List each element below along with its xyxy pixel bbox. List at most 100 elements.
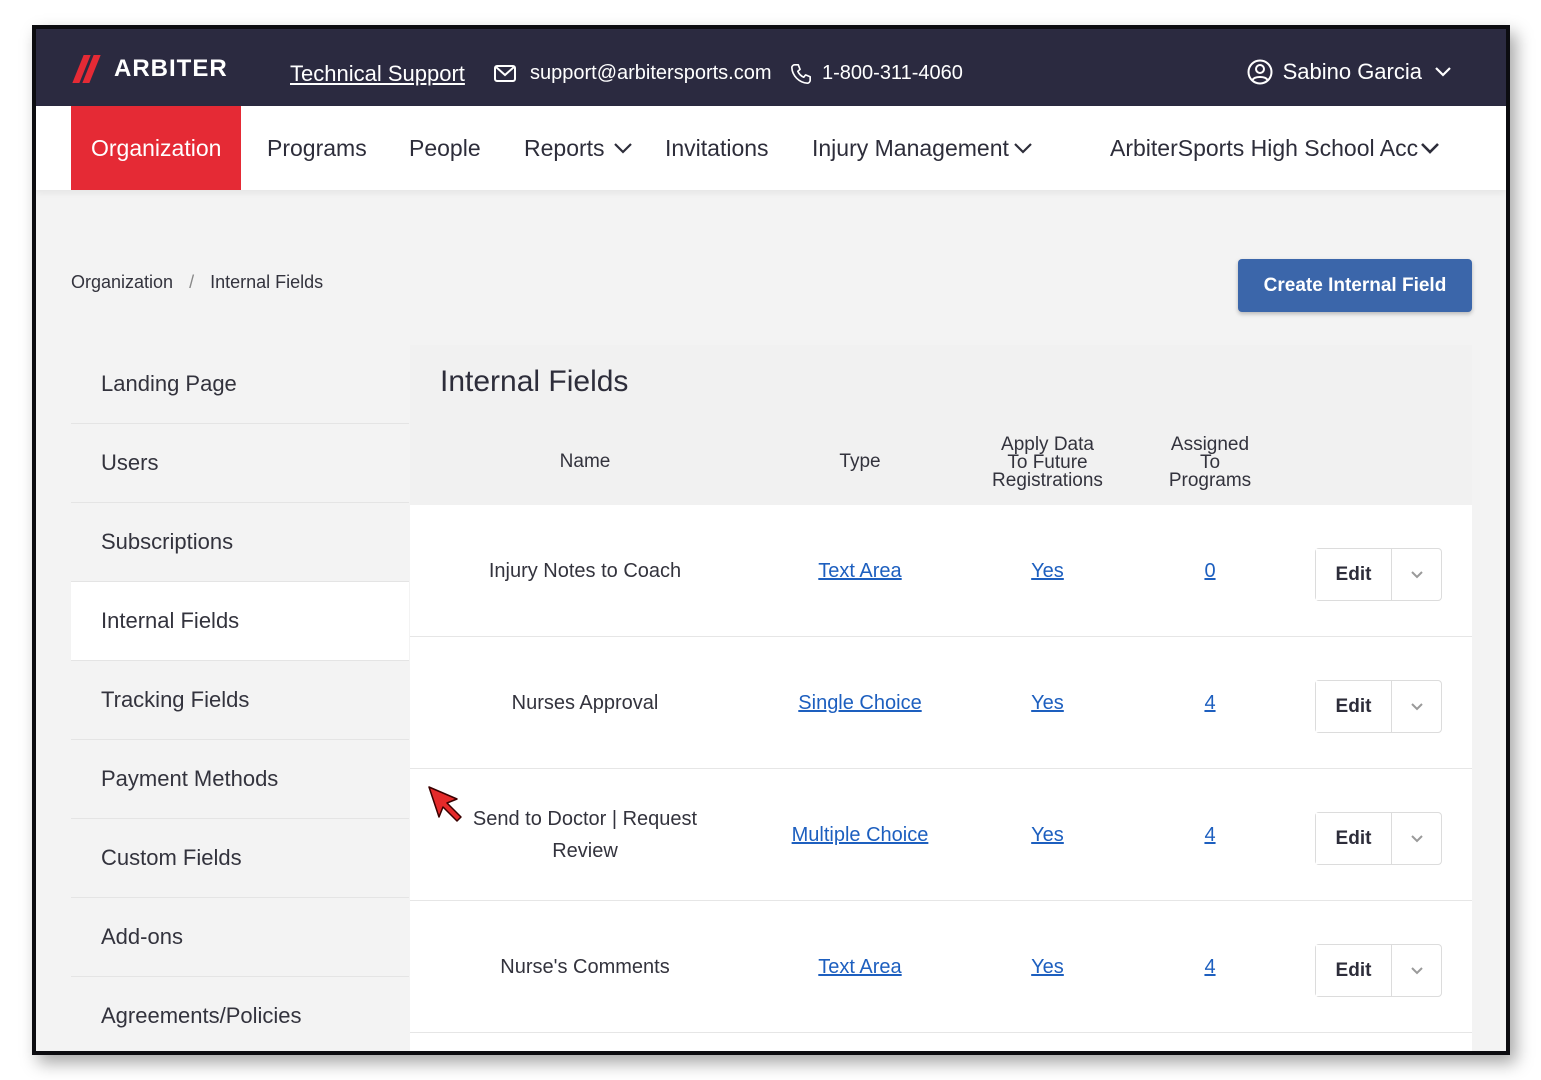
nav-label: Programs <box>267 134 367 161</box>
edit-button[interactable]: Edit <box>1316 681 1392 732</box>
field-name: Nurse's Comments <box>500 956 670 978</box>
chevron-down-icon <box>1410 571 1423 579</box>
sidebar-item-custom-fields[interactable]: Custom Fields <box>71 819 409 898</box>
create-internal-field-button[interactable]: Create Internal Field <box>1238 259 1472 312</box>
nav-account-selector[interactable]: ArbiterSports High School Acc <box>1110 106 1440 190</box>
nav-label: Injury Management <box>812 134 1009 161</box>
column-header-type: Type <box>839 451 881 472</box>
chevron-down-icon <box>1435 67 1451 77</box>
technical-support-link[interactable]: Technical Support <box>290 61 465 87</box>
chevron-down-icon <box>1014 143 1032 154</box>
main-nav: Organization Programs People Reports Inv… <box>36 106 1506 190</box>
page-title: Internal Fields <box>440 365 629 398</box>
support-email[interactable]: support@arbitersports.com <box>530 62 772 85</box>
apply-data-link[interactable]: Yes <box>1031 819 1064 851</box>
field-name: Injury Notes to Coach <box>488 560 682 582</box>
app-window: ARBITER Technical Support support@arbite… <box>32 25 1510 1055</box>
mail-icon <box>494 65 516 82</box>
nav-organization[interactable]: Organization <box>71 106 242 190</box>
nav-people[interactable]: People <box>409 106 481 190</box>
arbiter-logo[interactable]: ARBITER <box>72 53 228 85</box>
edit-button[interactable]: Edit <box>1316 813 1392 864</box>
assigned-programs-link[interactable]: 4 <box>1204 951 1215 983</box>
edit-split-button: Edit <box>1315 548 1442 601</box>
table-row: Nurse's Comments Text Area Yes 4 Edit <box>410 901 1472 1033</box>
sidebar-item-add-ons[interactable]: Add-ons <box>71 898 409 977</box>
nav-invitations[interactable]: Invitations <box>665 106 769 190</box>
field-type-link[interactable]: Text Area <box>818 951 901 983</box>
support-phone[interactable]: 1-800-311-4060 <box>822 62 963 85</box>
user-menu[interactable]: Sabino Garcia <box>1247 59 1462 85</box>
top-bar: ARBITER Technical Support support@arbite… <box>36 29 1506 106</box>
sidebar-item-agreements-policies[interactable]: Agreements/Policies <box>71 977 409 1051</box>
edit-split-button: Edit <box>1315 944 1442 997</box>
edit-split-button: Edit <box>1315 680 1442 733</box>
sidebar: Landing Page Users Subscriptions Interna… <box>71 345 409 1051</box>
field-assigned: 4 <box>1170 637 1250 769</box>
logo-text: ARBITER <box>114 55 228 82</box>
field-type-link[interactable]: Text Area <box>818 555 901 587</box>
chevron-down-icon <box>1410 835 1423 843</box>
user-name: Sabino Garcia <box>1282 59 1422 84</box>
apply-data-link[interactable]: Yes <box>1031 951 1064 983</box>
nav-label: Reports <box>524 134 605 161</box>
field-type: Text Area <box>755 901 965 1033</box>
field-assigned: 0 <box>1170 505 1250 637</box>
sidebar-item-users[interactable]: Users <box>71 424 409 503</box>
field-type: Multiple Choice <box>755 769 965 901</box>
nav-label: ArbiterSports High School Acc <box>1110 134 1419 161</box>
breadcrumb-separator: / <box>189 272 195 292</box>
internal-fields-panel: Internal Fields Name Type Apply Data To … <box>410 345 1472 1051</box>
field-type-link[interactable]: Multiple Choice <box>792 819 929 851</box>
edit-dropdown-toggle[interactable] <box>1392 945 1441 996</box>
breadcrumb: Organization / Internal Fields <box>71 272 323 293</box>
assigned-programs-link[interactable]: 4 <box>1204 819 1215 851</box>
nav-label: Organization <box>91 134 222 161</box>
apply-data-link[interactable]: Yes <box>1031 555 1064 587</box>
edit-button[interactable]: Edit <box>1316 945 1392 996</box>
edit-button[interactable]: Edit <box>1316 549 1392 600</box>
table-header: Internal Fields Name Type Apply Data To … <box>410 345 1472 505</box>
edit-dropdown-toggle[interactable] <box>1392 549 1441 600</box>
sidebar-item-subscriptions[interactable]: Subscriptions <box>71 503 409 582</box>
assigned-programs-link[interactable]: 0 <box>1204 555 1215 587</box>
nav-injury-management[interactable]: Injury Management <box>812 106 1033 190</box>
field-apply: Yes <box>990 769 1105 901</box>
table-row: Injury Notes to Coach Text Area Yes 0 Ed… <box>410 505 1472 637</box>
breadcrumb-parent[interactable]: Organization <box>71 272 173 293</box>
field-assigned: 4 <box>1170 769 1250 901</box>
field-apply: Yes <box>990 901 1105 1033</box>
nav-label: Invitations <box>665 134 769 161</box>
header-line: Registrations <box>992 470 1103 491</box>
table-row: Nurses Approval Single Choice Yes 4 Edit <box>410 637 1472 769</box>
assigned-programs-link[interactable]: 4 <box>1204 687 1215 719</box>
column-header-assigned-programs: Assigned To Programs <box>1150 435 1270 491</box>
sidebar-item-internal-fields[interactable]: Internal Fields <box>71 582 409 661</box>
edit-dropdown-toggle[interactable] <box>1392 813 1441 864</box>
nav-programs[interactable]: Programs <box>267 106 367 190</box>
table-row: Send to Doctor | Request Review Multiple… <box>410 769 1472 901</box>
arbiter-logo-icon <box>72 55 106 83</box>
pointer-arrow-icon <box>428 786 462 822</box>
breadcrumb-current: Internal Fields <box>210 272 324 292</box>
edit-split-button: Edit <box>1315 812 1442 865</box>
field-assigned: 4 <box>1170 901 1250 1033</box>
field-name: Nurses Approval <box>511 692 659 714</box>
nav-label: People <box>409 134 481 161</box>
chevron-down-icon <box>613 143 632 154</box>
sidebar-item-tracking-fields[interactable]: Tracking Fields <box>71 661 409 740</box>
sidebar-item-payment-methods[interactable]: Payment Methods <box>71 740 409 819</box>
field-type: Text Area <box>755 505 965 637</box>
field-type-link[interactable]: Single Choice <box>798 687 921 719</box>
header-line: Programs <box>1168 470 1252 491</box>
column-header-name: Name <box>559 451 611 472</box>
nav-reports[interactable]: Reports <box>524 106 633 190</box>
edit-dropdown-toggle[interactable] <box>1392 681 1441 732</box>
user-circle-icon <box>1247 59 1273 85</box>
chevron-down-icon <box>1410 967 1423 975</box>
field-type: Single Choice <box>755 637 965 769</box>
apply-data-link[interactable]: Yes <box>1031 687 1064 719</box>
phone-icon <box>791 64 811 84</box>
field-name: Send to Doctor | Request Review <box>472 808 698 862</box>
sidebar-item-landing-page[interactable]: Landing Page <box>71 345 409 424</box>
